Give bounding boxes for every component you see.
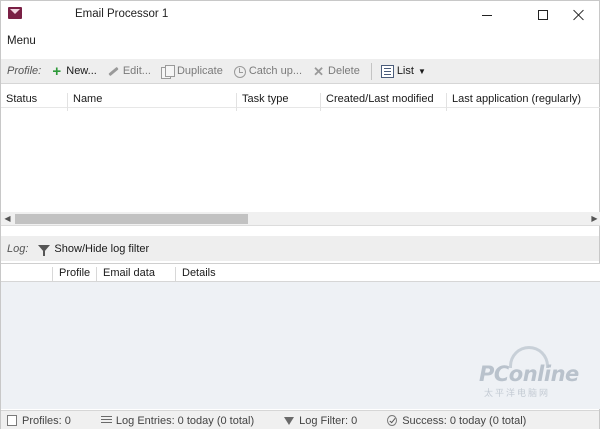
new-profile-label: New... — [66, 65, 97, 77]
status-log-entries: Log Entries: 0 today (0 total) — [100, 414, 255, 427]
view-mode-label: List — [396, 65, 414, 77]
title-bar: Email Processor 1 — [1, 1, 599, 29]
view-mode-dropdown[interactable]: List ▼ — [378, 61, 429, 82]
app-window: Email Processor 1 Menu Profile: + New...… — [0, 0, 600, 429]
minimize-icon — [482, 14, 492, 16]
profile-toolbar: Profile: + New... Edit... Duplicate Catc… — [1, 59, 599, 84]
column-created-modified[interactable]: Created/Last modified — [321, 93, 447, 111]
log-column-profile[interactable]: Profile — [52, 267, 96, 281]
column-status[interactable]: Status — [1, 93, 68, 111]
clock-icon — [233, 65, 246, 78]
profiles-table[interactable]: Status Name Task type Created/Last modif… — [1, 85, 600, 226]
status-success-text: Success: 0 today (0 total) — [402, 414, 527, 427]
window-title: Email Processor 1 — [75, 8, 169, 20]
menu-button[interactable]: Menu — [7, 35, 36, 47]
document-icon — [7, 415, 17, 426]
log-panel[interactable]: Profile Email data Details PConline 太平洋电… — [1, 263, 600, 409]
profiles-horizontal-scrollbar[interactable]: ◀ ▶ — [1, 212, 600, 225]
chevron-down-icon: ▼ — [417, 66, 426, 76]
delete-profile-label: Delete — [328, 65, 360, 77]
profile-label: Profile: — [7, 65, 42, 77]
status-log-filter-text: Log Filter: 0 — [299, 414, 358, 427]
duplicate-profile-label: Duplicate — [176, 65, 223, 77]
wrench-icon — [107, 65, 120, 78]
toggle-log-filter-button[interactable]: Show/Hide log filter — [54, 243, 149, 255]
log-toolbar: Log: Show/Hide log filter — [1, 236, 599, 261]
pconline-watermark: PConline — [479, 362, 579, 386]
duplicate-profile-button[interactable]: Duplicate — [158, 61, 226, 82]
log-label: Log: — [7, 242, 29, 255]
checkmark-icon — [387, 415, 398, 426]
column-last-application[interactable]: Last application (regularly) — [447, 93, 600, 111]
new-profile-button[interactable]: + New... — [47, 61, 100, 82]
filter-icon — [38, 245, 51, 256]
edit-profile-button[interactable]: Edit... — [104, 61, 154, 82]
app-envelope-icon — [8, 7, 22, 19]
status-profiles: Profiles: 0 — [7, 415, 71, 427]
log-column-email-data[interactable]: Email data — [96, 267, 175, 281]
column-name[interactable]: Name — [68, 93, 237, 111]
menu-bar: Menu — [1, 31, 599, 53]
catch-up-label: Catch up... — [248, 65, 303, 77]
toolbar-separator — [370, 62, 372, 80]
close-button[interactable] — [557, 1, 600, 29]
scroll-right-icon[interactable]: ▶ — [588, 212, 600, 225]
status-log-filter: Log Filter: 0 — [284, 415, 357, 427]
pconline-watermark-subtitle: 太平洋电脑网 — [484, 388, 551, 398]
status-bar: Profiles: 0 Log Entries: 0 today (0 tota… — [1, 410, 599, 429]
close-icon — [573, 9, 585, 21]
minimize-button[interactable] — [465, 1, 509, 29]
delete-profile-button[interactable]: ✕ Delete — [309, 61, 363, 82]
list-view-icon — [380, 64, 394, 78]
duplicate-icon — [160, 64, 175, 79]
log-column-details[interactable]: Details — [175, 267, 255, 281]
scroll-left-icon[interactable]: ◀ — [1, 212, 14, 225]
column-task-type[interactable]: Task type — [237, 93, 321, 111]
delete-x-icon: ✕ — [313, 63, 324, 79]
catch-up-button[interactable]: Catch up... — [230, 61, 305, 82]
status-success: Success: 0 today (0 total) — [387, 415, 526, 427]
log-table-header: Profile Email data Details — [1, 264, 600, 282]
plus-icon: + — [52, 62, 62, 80]
status-profiles-text: Profiles: 0 — [22, 414, 71, 427]
edit-profile-label: Edit... — [122, 65, 151, 77]
maximize-icon — [538, 10, 548, 20]
profiles-table-header: Status Name Task type Created/Last modif… — [1, 90, 600, 111]
filter-icon — [284, 416, 295, 425]
log-lines-icon — [100, 415, 112, 426]
scrollbar-thumb[interactable] — [15, 214, 248, 224]
status-log-entries-text: Log Entries: 0 today (0 total) — [115, 414, 255, 427]
